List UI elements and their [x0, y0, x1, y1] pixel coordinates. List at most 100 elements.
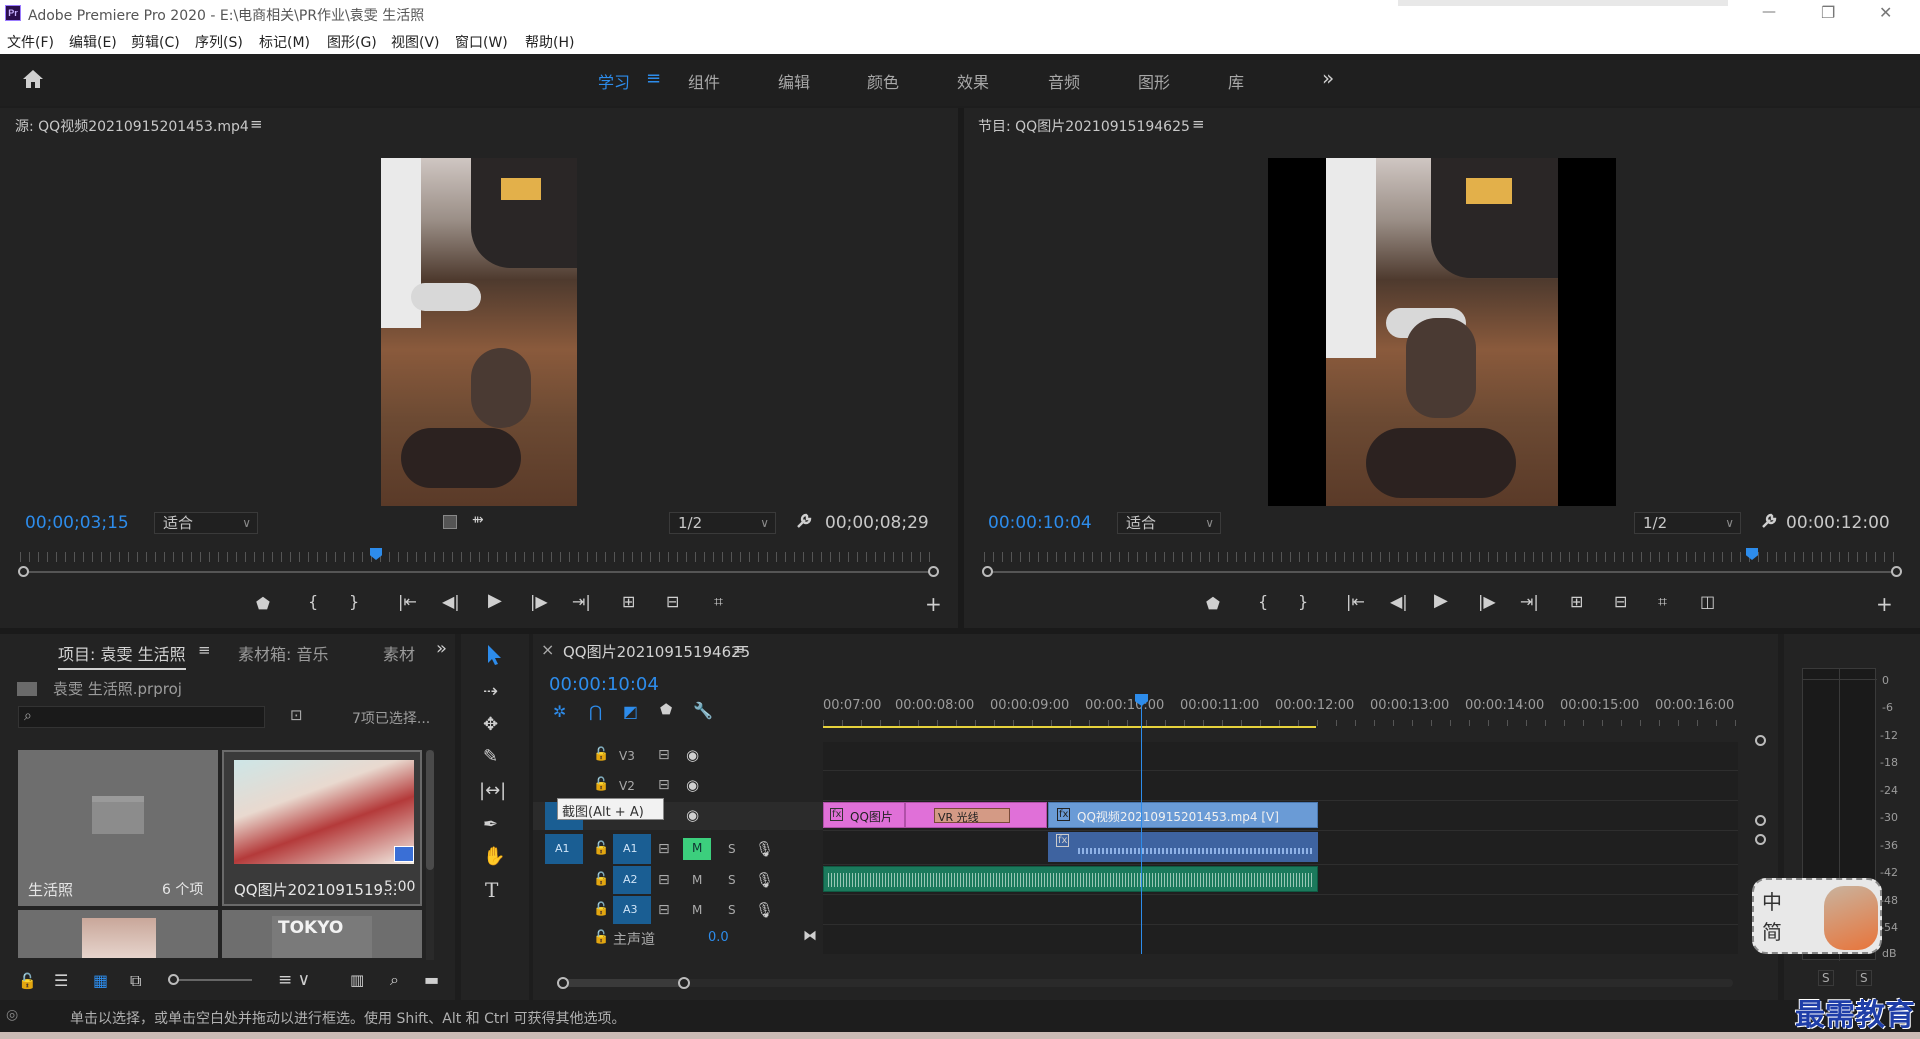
menu-graphics[interactable]: 图形(G)	[327, 32, 377, 52]
workspace-tab-libraries[interactable]: 库	[1228, 69, 1244, 93]
source-patch-a1[interactable]: A1	[545, 834, 583, 864]
nest-toggle-icon[interactable]: ✲	[553, 702, 566, 721]
lock-track-icon[interactable]: 🔓	[593, 902, 609, 917]
eye-icon[interactable]: ◉	[686, 806, 699, 824]
project-tab[interactable]: 项目: 袁雯 生活照	[58, 641, 186, 670]
pen-tool-icon[interactable]: ✒	[483, 814, 498, 835]
minimize-button[interactable]: —	[1762, 4, 1776, 20]
workspace-more-button[interactable]: »	[1322, 66, 1334, 90]
lock-track-icon[interactable]: 🔓	[593, 841, 609, 856]
source-zoom-right-handle[interactable]	[928, 566, 939, 577]
bin-tab-more[interactable]: 素材	[383, 641, 415, 665]
sync-lock-icon[interactable]: ⊟	[658, 841, 670, 857]
project-item-image[interactable]: QQ图片2021091519... 5:00	[222, 750, 422, 906]
transition-vr[interactable]: VR 光线	[934, 808, 1010, 824]
workspace-tab-editing[interactable]: 编辑	[778, 69, 810, 93]
mark-in-icon[interactable]: {	[1258, 592, 1268, 611]
find-icon[interactable]: ⌕	[390, 970, 399, 990]
source-current-timecode[interactable]: 00;00;03;15	[25, 513, 129, 533]
source-time-ruler[interactable]	[20, 552, 937, 562]
close-sequence-icon[interactable]: ×	[541, 640, 554, 659]
play-icon[interactable]: ▶	[488, 590, 502, 611]
timeline-zoom-right-handle[interactable]	[678, 977, 690, 989]
restore-button[interactable]: ❐	[1821, 3, 1835, 22]
timeline-zoom-left-handle[interactable]	[557, 977, 569, 989]
track-label[interactable]: V2	[619, 779, 635, 793]
program-time-ruler[interactable]	[984, 552, 1901, 562]
go-to-out-icon[interactable]: ⇥|	[572, 592, 591, 611]
menu-sequence[interactable]: 序列(S)	[195, 32, 243, 52]
track-label[interactable]: V3	[619, 749, 635, 763]
eye-icon[interactable]: ◉	[686, 776, 699, 794]
go-to-out-icon[interactable]: ⇥|	[1520, 592, 1539, 611]
lock-track-icon[interactable]: 🔓	[593, 777, 609, 792]
program-fit-dropdown[interactable]: 适合 ∨	[1117, 512, 1221, 534]
microphone-icon[interactable]: 🎙	[755, 840, 774, 858]
eye-icon[interactable]: ◉	[686, 746, 699, 764]
ime-chinese-indicator[interactable]: 中	[1762, 886, 1782, 915]
video-track-scroll-top[interactable]	[1755, 735, 1766, 746]
go-to-in-icon[interactable]: |⇤	[398, 592, 417, 611]
close-window-button[interactable]: ✕	[1879, 3, 1892, 22]
play-icon[interactable]: ▶	[1434, 590, 1448, 611]
timeline-ruler[interactable]: 00:07:00 00:00:08:00 00:00:09:00 00:00:1…	[823, 684, 1748, 730]
home-icon[interactable]	[22, 68, 44, 90]
go-to-in-icon[interactable]: |⇤	[1346, 592, 1365, 611]
go-to-end-icon[interactable]: ⧓	[803, 928, 817, 944]
source-fit-dropdown[interactable]: 适合 ∨	[154, 512, 258, 534]
solo-right-button[interactable]: S	[1856, 970, 1872, 986]
audio-clip-a2[interactable]	[823, 866, 1318, 892]
workspace-tab-audio[interactable]: 音频	[1048, 69, 1080, 93]
timeline-zoom-scrollbar[interactable]	[563, 979, 1733, 987]
project-scrollbar[interactable]	[426, 750, 434, 960]
new-bin-icon[interactable]: ▬	[424, 970, 439, 989]
project-item-3[interactable]	[18, 910, 218, 958]
solo-button-a2[interactable]: S	[728, 873, 736, 887]
project-item-bin[interactable]: 生活照 6 个项	[18, 750, 218, 906]
comparison-view-icon[interactable]: ◫	[1700, 592, 1715, 611]
project-tab-menu-icon[interactable]: ≡	[198, 641, 211, 659]
ime-toolbar[interactable]: 中 简	[1752, 878, 1882, 954]
selection-tool-icon[interactable]	[484, 644, 504, 666]
snap-icon[interactable]: ⋂	[589, 702, 602, 721]
drag-audio-icon[interactable]: ⇻	[472, 512, 484, 528]
menu-marker[interactable]: 标记(M)	[259, 32, 310, 52]
lift-icon[interactable]: ⊞	[1570, 592, 1583, 611]
bin-tab-music[interactable]: 素材箱: 音乐	[238, 641, 328, 665]
mute-button-a1[interactable]: M	[683, 838, 711, 860]
program-zoom-right-handle[interactable]	[1891, 566, 1902, 577]
export-frame-camera-icon[interactable]: ⌗	[714, 592, 723, 612]
project-item-4[interactable]: TOKYO	[222, 910, 422, 958]
track-area[interactable]: fx QQ图片 VR 光线 fx QQ视频20210915201453.mp4 …	[823, 694, 1738, 954]
program-current-timecode[interactable]: 00:00:10:04	[988, 513, 1092, 533]
lock-icon[interactable]: 🔓	[18, 972, 37, 990]
source-resolution-dropdown[interactable]: 1/2 ∨	[669, 512, 776, 534]
mark-out-icon[interactable]: }	[1298, 592, 1308, 611]
lock-track-icon[interactable]: 🔓	[593, 872, 609, 887]
icon-view-icon[interactable]: ▦	[93, 971, 108, 990]
add-marker-icon[interactable]: ⬟	[1206, 594, 1220, 613]
source-add-button-icon[interactable]: +	[925, 592, 942, 616]
workspace-tab-assembly[interactable]: 组件	[688, 69, 720, 93]
timeline-timecode[interactable]: 00:00:10:04	[549, 674, 659, 695]
menu-file[interactable]: 文件(F)	[7, 32, 54, 52]
mute-button-a3[interactable]: M	[692, 903, 702, 917]
sync-lock-icon[interactable]: ⊟	[658, 872, 670, 888]
linked-selection-icon[interactable]: ◩	[623, 702, 638, 721]
sync-lock-icon[interactable]: ⊟	[658, 777, 670, 793]
sort-icon[interactable]: ≡ ∨	[278, 970, 310, 990]
overwrite-icon[interactable]: ⊟	[666, 592, 679, 611]
automate-to-sequence-icon[interactable]: ▥	[350, 971, 364, 989]
export-frame-camera-icon[interactable]: ⌗	[1658, 592, 1667, 612]
hand-tool-icon[interactable]: ✋	[483, 846, 505, 867]
project-search-input[interactable]: ⌕	[18, 706, 265, 728]
mark-in-icon[interactable]: {	[308, 592, 318, 611]
microphone-icon[interactable]: 🎙	[755, 901, 774, 919]
clip-qq-image[interactable]: fx QQ图片	[823, 802, 905, 828]
source-zoom-bar[interactable]	[22, 571, 934, 573]
add-marker-icon[interactable]: ⬟	[660, 702, 672, 718]
source-settings-wrench-icon[interactable]	[795, 512, 813, 530]
menu-help[interactable]: 帮助(H)	[525, 32, 574, 52]
mark-out-icon[interactable]: }	[349, 592, 359, 611]
lock-track-icon[interactable]: 🔓	[593, 930, 609, 945]
